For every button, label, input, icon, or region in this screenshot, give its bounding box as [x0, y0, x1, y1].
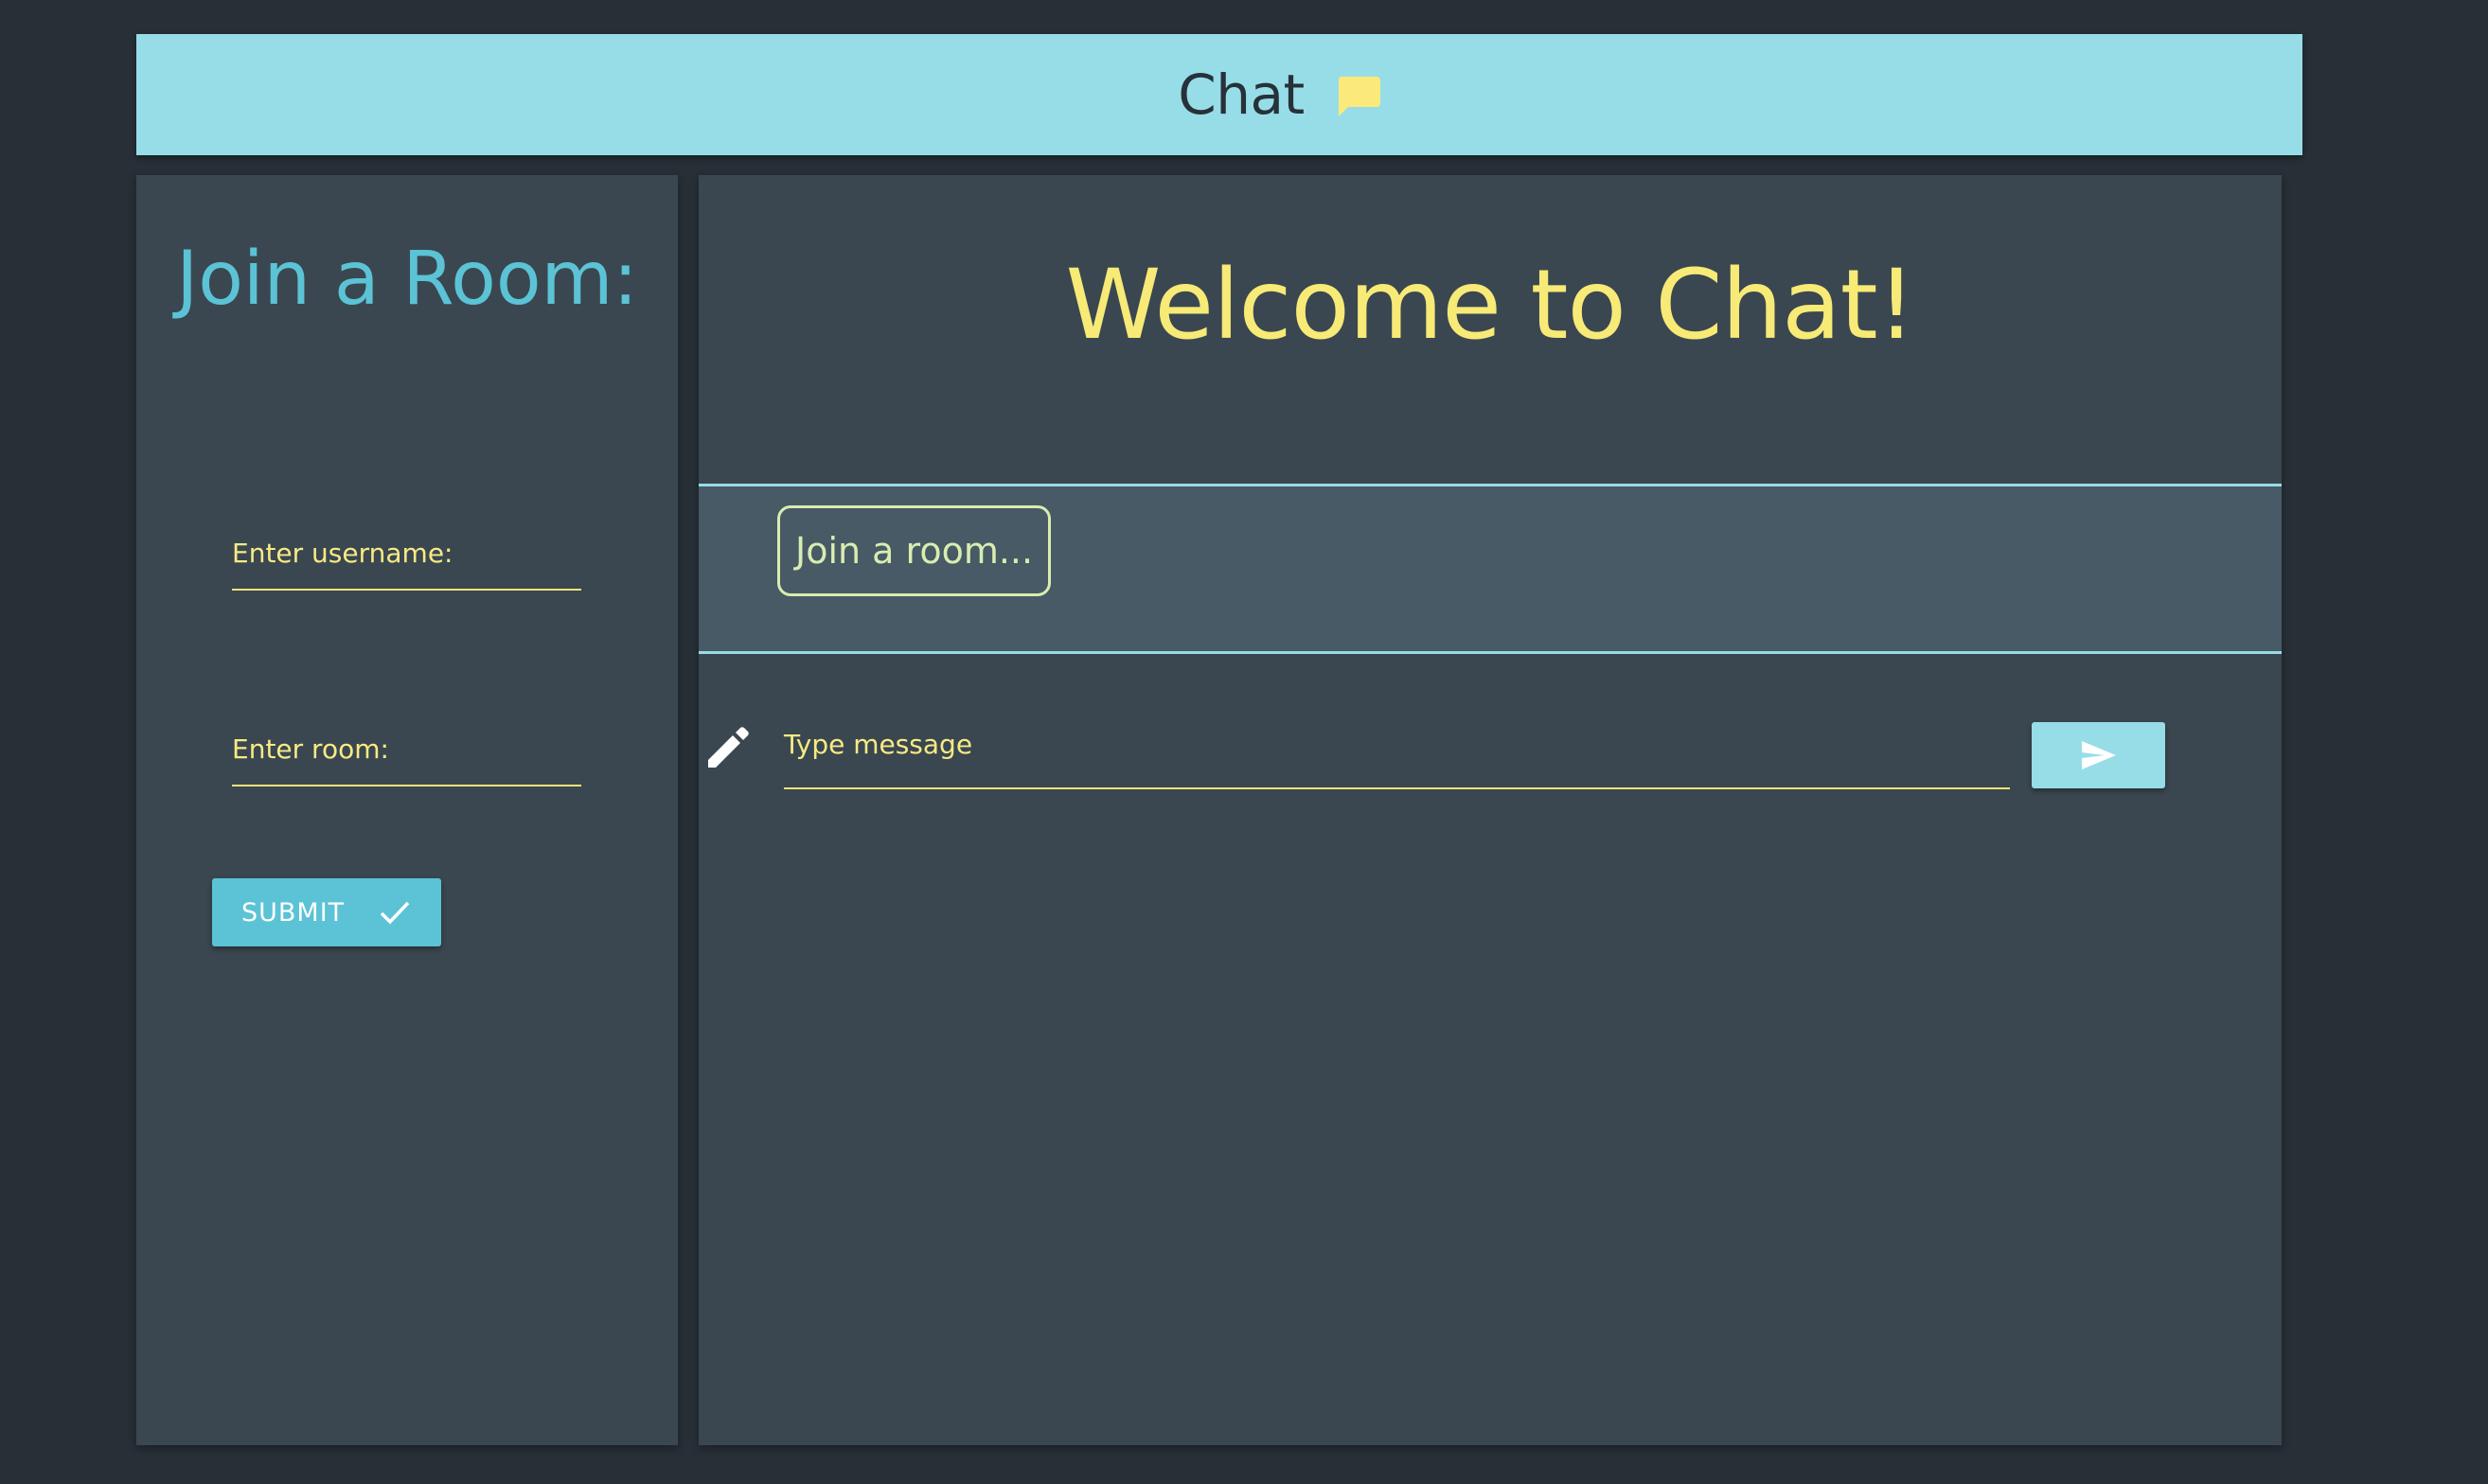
- room-strip: Join a room...: [699, 484, 2282, 654]
- submit-label: SUBMIT: [241, 897, 346, 928]
- join-room-heading: Join a Room:: [136, 234, 678, 325]
- send-button[interactable]: [2032, 722, 2165, 788]
- room-field[interactable]: Enter room:: [232, 733, 581, 786]
- join-room-panel: Join a Room: Enter username: Enter room:…: [136, 175, 678, 1445]
- join-room-heading-text: Join a Room:: [176, 237, 638, 322]
- pencil-icon: [704, 722, 754, 771]
- send-icon: [2081, 741, 2116, 769]
- message-input[interactable]: Type message: [784, 729, 2010, 789]
- chat-bubble-icon: [1337, 77, 1380, 116]
- check-icon: [379, 898, 411, 927]
- username-label: Enter username:: [232, 538, 453, 569]
- room-label: Enter room:: [232, 733, 389, 765]
- app-header: Chat: [136, 34, 2302, 155]
- username-field[interactable]: Enter username:: [232, 538, 581, 591]
- welcome-heading: Welcome to Chat!: [1065, 249, 1915, 362]
- message-label: Type message: [784, 729, 973, 760]
- app-title: Chat: [1178, 62, 1305, 127]
- room-chip[interactable]: Join a room...: [777, 505, 1052, 596]
- submit-button[interactable]: SUBMIT: [212, 878, 441, 946]
- chat-panel: Welcome to Chat! Join a room... Type mes…: [699, 175, 2282, 1445]
